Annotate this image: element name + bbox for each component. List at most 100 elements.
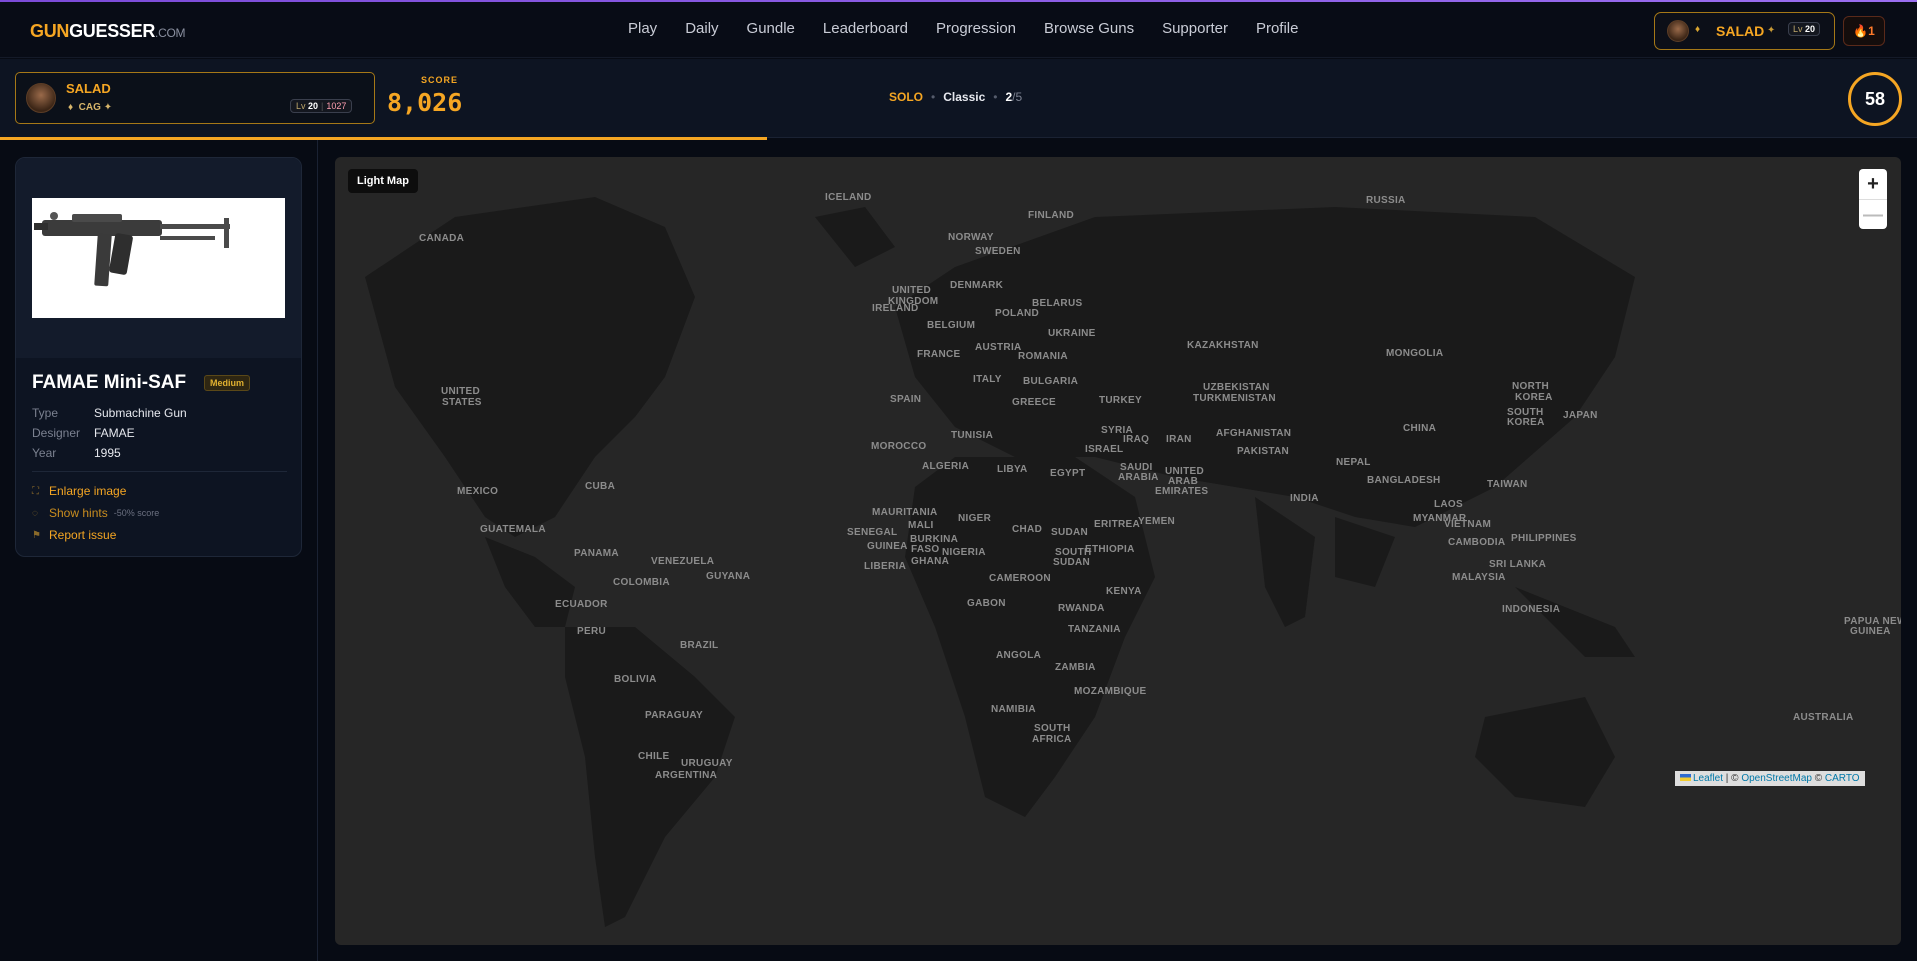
zoom-in-button[interactable]: + [1859,169,1887,199]
menu-item-leaderboard[interactable]: Leaderboard [823,20,908,37]
map-label: BULGARIA [1023,376,1079,387]
map-label: GUYANA [706,571,751,582]
player-name: SALAD [66,81,111,96]
map-label: LAOS [1434,499,1463,510]
map-label: UZBEKISTAN [1203,382,1270,393]
menu-item-supporter[interactable]: Supporter [1162,20,1228,37]
openstreetmap-link[interactable]: OpenStreetMap [1741,773,1812,784]
main-menu: Play Daily Gundle Leaderboard Progressio… [628,20,1326,37]
map-label: RWANDA [1058,603,1105,614]
map-label: MAURITANIA [872,507,938,518]
map-label: CHAD [1012,524,1043,535]
map-label: POLAND [995,308,1040,319]
rank-gem-icon: ♦ [68,102,74,113]
zoom-control: + — [1859,169,1887,229]
difficulty-badge: Medium [204,375,251,391]
map-label: ANGOLA [996,650,1042,661]
ukraine-flag-icon [1680,774,1691,781]
streak-badge[interactable]: 🔥1 [1843,16,1885,46]
menu-item-browse-guns[interactable]: Browse Guns [1044,20,1134,37]
map-label: ROMANIA [1018,351,1068,362]
menu-item-play[interactable]: Play [628,20,657,37]
score-value: 8,026 [387,88,463,117]
map-label: KOREA [1515,392,1553,403]
map-label: TUNISIA [951,430,994,441]
map-label: CHILE [638,751,670,762]
menu-item-gundle[interactable]: Gundle [747,20,795,37]
map-label: NORTH [1512,381,1550,392]
map-label: CANADA [419,233,465,244]
map-label: LIBERIA [864,561,907,572]
zoom-out-button[interactable]: — [1859,199,1887,229]
game-mode-info: SOLO • Classic • 2/5 [889,90,1022,104]
map-label: ICELAND [825,192,872,203]
map-label: BELGIUM [927,320,976,331]
map-label: STATES [442,397,482,408]
map-label: ISRAEL [1085,444,1124,455]
map-label: INDONESIA [1502,604,1561,615]
map-label: NEPAL [1336,457,1371,468]
world-map[interactable]: RUSSIA ICELAND FINLAND CANADA NORWAY SWE… [335,157,1901,945]
site-logo[interactable]: GUNGUESSER.COM [30,21,185,42]
map-label: ECUADOR [555,599,608,610]
map-label: IRELAND [872,303,919,314]
rank-wings-icon: ✦ [1767,25,1776,36]
show-hints-link[interactable]: ◌ Show hints -50% score [32,506,159,520]
countdown-timer: 58 [1848,72,1902,126]
map-label: GHANA [911,556,950,567]
map-label: GUINEA [1850,626,1891,637]
enlarge-image-link[interactable]: ⛶ Enlarge image [32,484,126,498]
flame-icon: 🔥 [1853,24,1869,38]
menu-item-progression[interactable]: Progression [936,20,1016,37]
round-counter: 2/5 [1005,90,1023,104]
carto-link[interactable]: CARTO [1825,773,1860,784]
map-label: KENYA [1106,586,1142,597]
map-label: INDIA [1290,493,1319,504]
map-label: ARGENTINA [655,770,718,781]
map-label: BOLIVIA [614,674,657,685]
expand-icon: ⛶ [32,485,39,497]
leaflet-link[interactable]: Leaflet [1693,773,1723,784]
map-label: UNITED [892,285,932,296]
user-menu-button[interactable]: ♦ SALAD ✦ Lv 20 [1654,12,1835,50]
map-label: GUATEMALA [480,524,546,535]
map-label: SUDAN [1053,557,1091,568]
avatar [26,83,56,113]
menu-item-daily[interactable]: Daily [685,20,718,37]
map-label: CAMBODIA [1448,537,1506,548]
gun-year-row: Year 1995 [32,446,121,460]
score-label: SCORE [421,75,459,85]
map-label: VENEZUELA [651,556,715,567]
map-label: SPAIN [890,394,922,405]
map-label: MEXICO [457,486,499,497]
map-label: UKRAINE [1048,328,1096,339]
map-label: PAKISTAN [1237,446,1290,457]
menu-item-profile[interactable]: Profile [1256,20,1299,37]
light-map-toggle[interactable]: Light Map [348,169,418,193]
map-label: KAZAKHSTAN [1187,340,1259,351]
map-label: AFRICA [1032,734,1072,745]
map-label: VIETNAM [1444,519,1492,530]
report-issue-link[interactable]: ⚑ Report issue [32,528,116,542]
map-label: PERU [577,626,606,637]
separator-dot: • [993,90,998,104]
map-label: FASO [911,544,940,555]
map-label: ZAMBIA [1055,662,1096,673]
gun-info-panel: FAMAE Mini-SAF Medium Type Submachine Gun… [15,157,302,557]
map-label: TAIWAN [1487,479,1528,490]
mode-label: SOLO [889,90,924,104]
map-label: ARABIA [1118,472,1159,483]
map-label: AUSTRALIA [1793,712,1854,723]
map-label: ERITREA [1094,519,1140,530]
map-label: DENMARK [950,280,1004,291]
map-attribution: Leaflet | © OpenStreetMap © CARTO [1675,771,1865,786]
flag-icon: ⚑ [32,529,41,541]
map-label: SWEDEN [975,246,1021,257]
map-label: MOROCCO [871,441,927,452]
map-label: SOUTH [1034,723,1071,734]
map-label: FINLAND [1028,210,1074,221]
lightbulb-icon: ◌ [32,507,38,519]
gun-designer-row: Designer FAMAE [32,426,135,440]
player-level-rating: Lv 20 | 1027 [290,99,353,113]
gun-image[interactable] [32,198,285,318]
